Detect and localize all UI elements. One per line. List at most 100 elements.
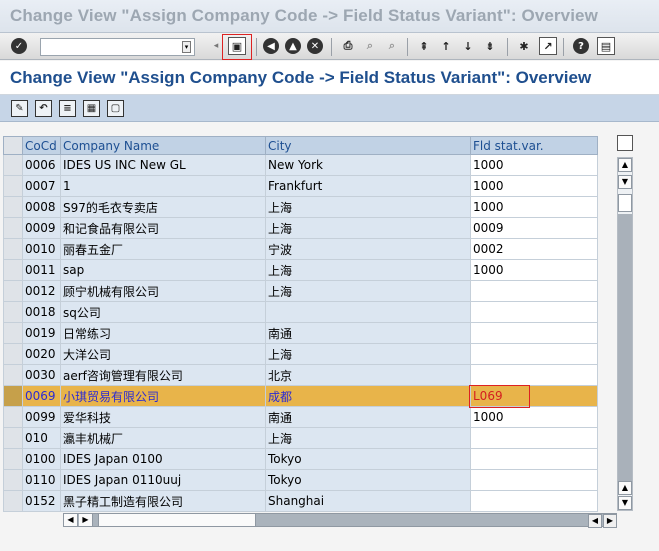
scroll-bottom-up-icon[interactable]: ▲	[618, 481, 632, 495]
scroll-bottom-down-icon[interactable]: ▼	[618, 496, 632, 510]
row-selector[interactable]	[3, 259, 23, 281]
command-dropdown-icon[interactable]: ▾	[182, 41, 191, 53]
check-icon[interactable]: ✓	[11, 38, 27, 54]
field-status-variant-input[interactable]	[470, 301, 598, 323]
vertical-scroll-thumb[interactable]	[618, 194, 632, 212]
field-status-variant-input[interactable]: 1000	[470, 175, 598, 197]
details-icon[interactable]: ≡	[59, 100, 76, 117]
field-status-variant-input[interactable]	[470, 343, 598, 365]
table-row[interactable]: 0100 IDES Japan 0100 Tokyo	[3, 448, 598, 470]
collapse-arrow-icon[interactable]: ◂	[207, 37, 225, 55]
table-row[interactable]: 0007 1 Frankfurt 1000	[3, 175, 598, 197]
table-row[interactable]: 0008 S97的毛衣专卖店 上海 1000	[3, 196, 598, 218]
cancel-icon[interactable]: ✕	[307, 38, 323, 54]
select-all-cell[interactable]	[3, 136, 23, 155]
table-row[interactable]: 0030 aerf咨询管理有限公司 北京	[3, 364, 598, 386]
new-session-icon[interactable]: ✱	[515, 37, 533, 55]
shortcut-icon[interactable]: ↗	[539, 37, 557, 55]
scroll-left-icon[interactable]: ◀	[64, 514, 78, 526]
table-row[interactable]: 0020 大洋公司 上海	[3, 343, 598, 365]
horizontal-scroll-thumb[interactable]	[98, 514, 256, 526]
row-selector[interactable]	[3, 364, 23, 386]
field-status-variant-input[interactable]: 1000	[470, 259, 598, 281]
print-icon[interactable]: ⎙	[339, 37, 357, 55]
field-status-variant-input[interactable]	[470, 469, 598, 491]
row-selector[interactable]	[3, 427, 23, 449]
field-status-variant-input[interactable]: 1000	[470, 196, 598, 218]
table-settings-icon[interactable]	[617, 135, 633, 151]
undo-icon[interactable]: ↶	[35, 100, 52, 117]
row-selector[interactable]	[3, 301, 23, 323]
table-row[interactable]: 0006 IDES US INC New GL New York 1000	[3, 154, 598, 176]
row-selector[interactable]	[3, 217, 23, 239]
select-all-icon[interactable]: ▦	[83, 100, 100, 117]
company-name-cell: S97的毛衣专卖店	[60, 196, 266, 218]
field-status-variant-input[interactable]	[470, 427, 598, 449]
table-row[interactable]: 0010 丽春五金厂 宁波 0002	[3, 238, 598, 260]
customize-layout-icon[interactable]: ▤	[597, 37, 615, 55]
table-row[interactable]: 0152 黑子精工制造有限公司 Shanghai	[3, 490, 598, 512]
toolbar-separator	[256, 38, 257, 56]
table-row[interactable]: 0011 sap 上海 1000	[3, 259, 598, 281]
row-selector[interactable]	[3, 469, 23, 491]
horizontal-scrollbar[interactable]: ◀ ▶	[63, 513, 617, 527]
field-status-variant-input[interactable]: 0009	[470, 217, 598, 239]
first-page-icon[interactable]: ⇞	[415, 37, 433, 55]
company-name-cell: 1	[60, 175, 266, 197]
scroll-right-icon[interactable]: ▶	[79, 514, 93, 526]
row-selector[interactable]	[3, 490, 23, 512]
next-page-icon[interactable]: ↓	[459, 37, 477, 55]
table-row[interactable]: 0110 IDES Japan 0110uuj Tokyo	[3, 469, 598, 491]
find-icon[interactable]: ⌕	[361, 37, 379, 55]
exit-icon[interactable]: ▲	[285, 38, 301, 54]
prev-page-icon[interactable]: ↑	[437, 37, 455, 55]
row-selector[interactable]	[3, 343, 23, 365]
save-icon[interactable]: ▣	[228, 37, 246, 55]
vertical-scrollbar[interactable]: ▲ ▼ ▲ ▼	[617, 157, 633, 511]
row-selector[interactable]	[3, 175, 23, 197]
deselect-icon[interactable]: ▢	[107, 100, 124, 117]
row-selector[interactable]	[3, 385, 23, 407]
table-row[interactable]: 010 瀛丰机械厂 上海	[3, 427, 598, 449]
find-next-icon[interactable]: ⌕	[383, 37, 401, 55]
row-selector[interactable]	[3, 238, 23, 260]
table-row[interactable]: 0018 sq公司	[3, 301, 598, 323]
column-header-city[interactable]: City	[265, 136, 471, 155]
table-row[interactable]: 0019 日常练习 南通	[3, 322, 598, 344]
scroll-far-left-icon[interactable]: ◀	[588, 514, 602, 528]
row-selector[interactable]	[3, 448, 23, 470]
table-row[interactable]: 0012 顾宁机械有限公司 上海	[3, 280, 598, 302]
help-icon[interactable]: ?	[573, 38, 589, 54]
field-status-variant-input[interactable]: 1000	[470, 406, 598, 428]
back-icon[interactable]: ◀	[263, 38, 279, 54]
row-selector[interactable]	[3, 322, 23, 344]
row-selector[interactable]	[3, 280, 23, 302]
row-selector[interactable]	[3, 154, 23, 176]
scroll-up-icon[interactable]: ▲	[618, 158, 632, 172]
field-status-variant-input[interactable]: 1000	[470, 154, 598, 176]
field-status-variant-input[interactable]	[470, 364, 598, 386]
edit-toggle-icon[interactable]: ✎	[11, 100, 28, 117]
command-field[interactable]: ▾	[40, 38, 195, 56]
field-status-variant-input[interactable]	[470, 448, 598, 470]
field-status-variant-input[interactable]	[470, 490, 598, 512]
table-row[interactable]: 0099 爱华科技 南通 1000	[3, 406, 598, 428]
cocd-cell: 0009	[22, 217, 61, 239]
cocd-cell: 0100	[22, 448, 61, 470]
last-page-icon[interactable]: ⇟	[481, 37, 499, 55]
table-row[interactable]: 0009 和记食品有限公司 上海 0009	[3, 217, 598, 239]
field-status-variant-input[interactable]: 0002	[470, 238, 598, 260]
vertical-scroll-track[interactable]	[618, 214, 632, 486]
column-header-company-name[interactable]: Company Name	[60, 136, 266, 155]
row-selector[interactable]	[3, 406, 23, 428]
window-title-bar: Change View "Assign Company Code -> Fiel…	[0, 0, 659, 33]
table-row[interactable]: 0069 小琪贸易有限公司 成都 L069	[3, 385, 598, 407]
column-header-field-status-variant[interactable]: Fld stat.var.	[470, 136, 598, 155]
field-status-variant-input[interactable]: L069	[470, 385, 598, 407]
scroll-down-icon[interactable]: ▼	[618, 175, 632, 189]
field-status-variant-input[interactable]	[470, 322, 598, 344]
row-selector[interactable]	[3, 196, 23, 218]
scroll-far-right-icon[interactable]: ▶	[603, 514, 617, 528]
field-status-variant-input[interactable]	[470, 280, 598, 302]
column-header-cocd[interactable]: CoCd	[22, 136, 61, 155]
